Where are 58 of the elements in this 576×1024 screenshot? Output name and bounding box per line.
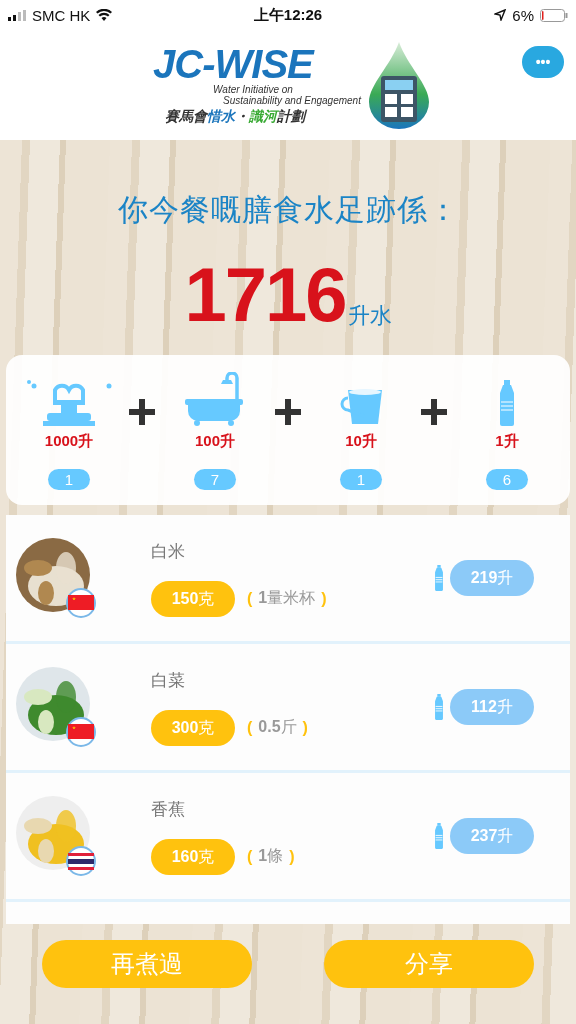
total-number: 1716 — [184, 257, 346, 333]
plus-icon — [275, 399, 301, 425]
logo-title: JC-WISE — [153, 44, 313, 84]
battery-icon — [540, 8, 568, 22]
water-drop-calculator-icon — [366, 40, 431, 130]
amount-badge: 160克 — [151, 838, 235, 875]
bathtub-icon — [185, 372, 245, 426]
bracket: ( — [247, 718, 253, 737]
amount-badge: 150克 — [151, 580, 235, 617]
flag-icon — [66, 717, 96, 747]
portion-text: 1條 — [258, 846, 284, 866]
water-badge: 112升 — [450, 689, 534, 725]
food-row[interactable]: 香蕉 160克 ( 1條 ) 237升 — [6, 773, 570, 902]
water-volume: 100升 — [195, 432, 235, 451]
food-name: 香蕉 — [151, 798, 186, 821]
count-badge: 1 — [48, 469, 90, 490]
logo-subtitle: Sustainability and Engagement — [223, 95, 361, 106]
flag-icon — [66, 846, 96, 876]
water-volume: 10升 — [345, 432, 377, 451]
clock: 上午12:26 — [253, 5, 323, 25]
count-badge: 1 — [340, 469, 382, 490]
water-badge: 237升 — [450, 818, 534, 854]
logo-tagline: 賽馬會惜水・識河計劃 — [165, 108, 306, 126]
count-badge: 6 — [486, 469, 528, 490]
water-volume: 1升 — [495, 432, 519, 451]
water-bottle-icon — [434, 823, 444, 849]
bracket: ) — [289, 847, 295, 866]
food-name: 白菜 — [151, 669, 186, 692]
water-volume: 1000升 — [44, 432, 94, 451]
bucket-icon — [338, 388, 384, 426]
bracket: ( — [247, 847, 253, 866]
bracket: ) — [302, 718, 308, 737]
flag-icon — [66, 588, 96, 618]
fountain-icon — [25, 378, 113, 426]
logo-subtitle: Water Initiative on — [213, 84, 293, 95]
carrier: SMC HK — [32, 6, 91, 24]
water-bottle-icon — [434, 565, 444, 591]
more-button[interactable]: ••• — [522, 46, 564, 78]
result-heading: 你今餐嘅膳食水足跡係： — [117, 192, 459, 228]
portion-text: 1量米杯 — [258, 588, 316, 608]
plus-icon — [129, 399, 155, 425]
water-bottle-icon — [499, 380, 515, 426]
food-row[interactable]: 白米 150克 ( 1量米杯 ) 219升 — [6, 515, 570, 644]
water-bottle-icon — [434, 694, 444, 720]
food-name: 白米 — [151, 540, 186, 563]
total-unit: 升水 — [347, 302, 392, 330]
amount-badge: 300克 — [151, 709, 235, 746]
location-icon — [494, 9, 507, 21]
count-badge: 7 — [194, 469, 236, 490]
food-row[interactable]: 白菜 300克 ( 0.5斤 ) 112升 — [6, 644, 570, 773]
signal-icon — [8, 9, 26, 21]
battery-percent: 6% — [512, 6, 534, 24]
bracket: ( — [247, 589, 253, 608]
plus-icon — [421, 399, 447, 425]
portion-text: 0.5斤 — [258, 717, 297, 737]
water-badge: 219升 — [450, 560, 534, 596]
wifi-icon — [96, 9, 113, 21]
bracket: ) — [321, 589, 327, 608]
